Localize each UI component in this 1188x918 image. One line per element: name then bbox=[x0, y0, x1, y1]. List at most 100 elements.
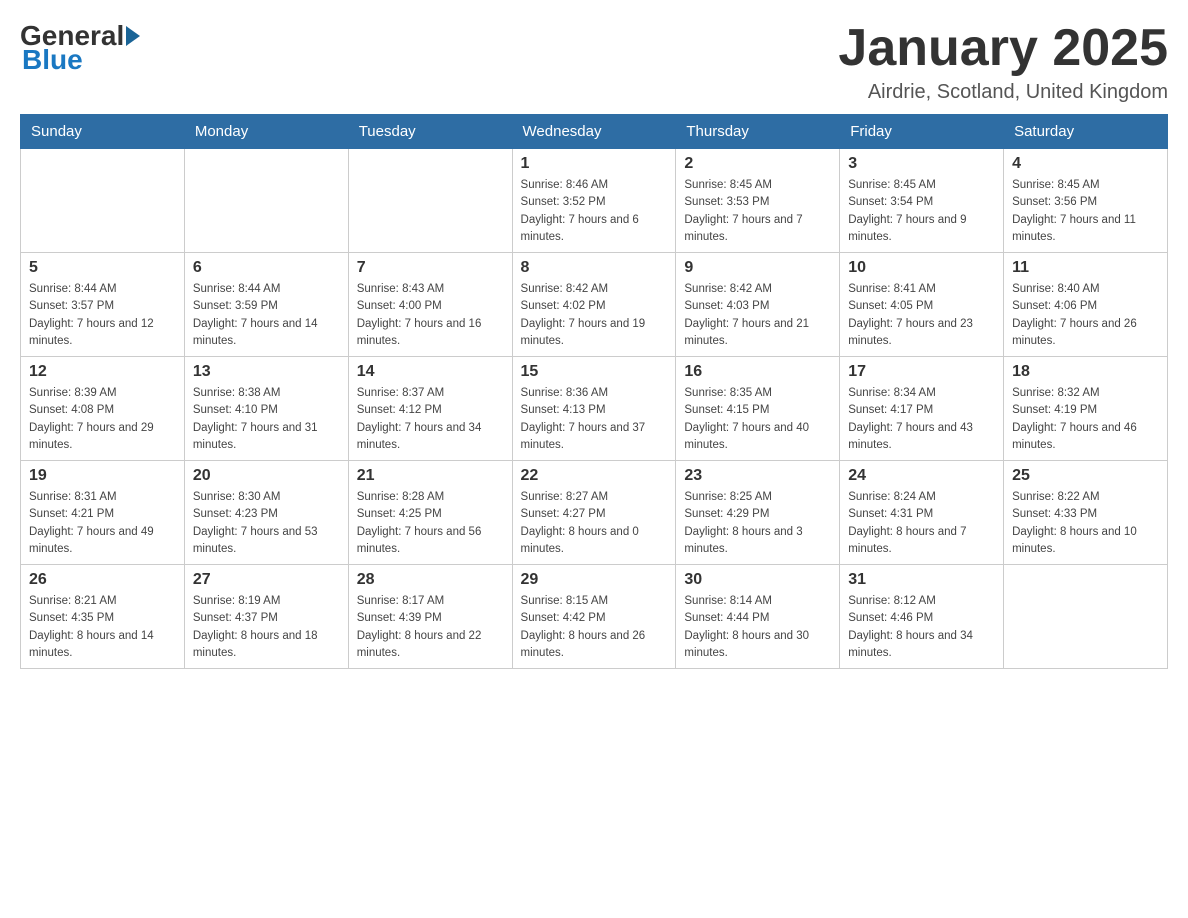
weekday-header-wednesday: Wednesday bbox=[512, 115, 676, 149]
calendar-day-19: 19 Sunrise: 8:31 AMSunset: 4:21 PMDayligh… bbox=[21, 461, 185, 565]
day-number: 31 bbox=[848, 571, 995, 589]
day-info: Sunrise: 8:17 AMSunset: 4:39 PMDaylight:… bbox=[357, 593, 504, 662]
day-number: 6 bbox=[193, 259, 340, 277]
calendar-day-28: 28 Sunrise: 8:17 AMSunset: 4:39 PMDayligh… bbox=[348, 565, 512, 669]
location-text: Airdrie, Scotland, United Kingdom bbox=[838, 81, 1168, 104]
day-info: Sunrise: 8:44 AMSunset: 3:59 PMDaylight:… bbox=[193, 281, 340, 350]
calendar-day-2: 2Sunrise: 8:45 AMSunset: 3:53 PMDaylight… bbox=[676, 149, 840, 253]
logo-arrow-icon bbox=[126, 26, 140, 46]
day-info: Sunrise: 8:38 AMSunset: 4:10 PMDaylight:… bbox=[193, 385, 340, 454]
calendar-day-14: 14Sunrise: 8:37 AMSunset: 4:12 PMDayligh… bbox=[348, 357, 512, 461]
day-info: Sunrise: 8:14 AMSunset: 4:44 PMDaylight:… bbox=[684, 593, 831, 662]
day-info: Sunrise: 8:15 AMSunset: 4:42 PMDaylight:… bbox=[521, 593, 668, 662]
calendar-day-6: 6 Sunrise: 8:44 AMSunset: 3:59 PMDaylight… bbox=[184, 253, 348, 357]
day-number: 12 bbox=[29, 363, 176, 381]
day-number: 28 bbox=[357, 571, 504, 589]
day-info: Sunrise: 8:35 AMSunset: 4:15 PMDaylight:… bbox=[684, 385, 831, 454]
calendar-day-25: 25Sunrise: 8:22 AMSunset: 4:33 PMDayligh… bbox=[1004, 461, 1168, 565]
day-number: 19 bbox=[29, 467, 176, 485]
calendar-day-22: 22 Sunrise: 8:27 AMSunset: 4:27 PMDayligh… bbox=[512, 461, 676, 565]
calendar-table: SundayMondayTuesdayWednesdayThursdayFrid… bbox=[20, 114, 1168, 669]
day-number: 13 bbox=[193, 363, 340, 381]
calendar-day-13: 13 Sunrise: 8:38 AMSunset: 4:10 PMDayligh… bbox=[184, 357, 348, 461]
calendar-day-8: 8Sunrise: 8:42 AMSunset: 4:02 PMDaylight… bbox=[512, 253, 676, 357]
day-info: Sunrise: 8:46 AMSunset: 3:52 PMDaylight:… bbox=[521, 177, 668, 246]
calendar-day-31: 31 Sunrise: 8:12 AMSunset: 4:46 PMDayligh… bbox=[840, 565, 1004, 669]
day-info: Sunrise: 8:42 AMSunset: 4:03 PMDaylight:… bbox=[684, 281, 831, 350]
day-info: Sunrise: 8:45 AMSunset: 3:54 PMDaylight:… bbox=[848, 177, 995, 246]
calendar-day-30: 30 Sunrise: 8:14 AMSunset: 4:44 PMDayligh… bbox=[676, 565, 840, 669]
day-info: Sunrise: 8:24 AMSunset: 4:31 PMDaylight:… bbox=[848, 489, 995, 558]
day-number: 23 bbox=[684, 467, 831, 485]
calendar-week-row: 12 Sunrise: 8:39 AMSunset: 4:08 PMDayligh… bbox=[21, 357, 1168, 461]
day-number: 20 bbox=[193, 467, 340, 485]
calendar-day-20: 20 Sunrise: 8:30 AMSunset: 4:23 PMDayligh… bbox=[184, 461, 348, 565]
day-number: 1 bbox=[521, 155, 668, 173]
calendar-week-row: 19 Sunrise: 8:31 AMSunset: 4:21 PMDayligh… bbox=[21, 461, 1168, 565]
day-number: 2 bbox=[684, 155, 831, 173]
calendar-empty-cell bbox=[1004, 565, 1168, 669]
day-number: 22 bbox=[521, 467, 668, 485]
calendar-day-3: 3 Sunrise: 8:45 AMSunset: 3:54 PMDaylight… bbox=[840, 149, 1004, 253]
calendar-day-11: 11 Sunrise: 8:40 AMSunset: 4:06 PMDayligh… bbox=[1004, 253, 1168, 357]
day-number: 9 bbox=[684, 259, 831, 277]
day-number: 10 bbox=[848, 259, 995, 277]
day-number: 21 bbox=[357, 467, 504, 485]
day-info: Sunrise: 8:19 AMSunset: 4:37 PMDaylight:… bbox=[193, 593, 340, 662]
day-number: 30 bbox=[684, 571, 831, 589]
day-info: Sunrise: 8:42 AMSunset: 4:02 PMDaylight:… bbox=[521, 281, 668, 350]
calendar-day-26: 26 Sunrise: 8:21 AMSunset: 4:35 PMDayligh… bbox=[21, 565, 185, 669]
day-info: Sunrise: 8:45 AMSunset: 3:56 PMDaylight:… bbox=[1012, 177, 1159, 246]
month-title: January 2025 bbox=[838, 20, 1168, 77]
page-header: General Blue January 2025 Airdrie, Scotl… bbox=[20, 20, 1168, 104]
calendar-header-row: SundayMondayTuesdayWednesdayThursdayFrid… bbox=[21, 115, 1168, 149]
day-number: 4 bbox=[1012, 155, 1159, 173]
day-info: Sunrise: 8:41 AMSunset: 4:05 PMDaylight:… bbox=[848, 281, 995, 350]
calendar-day-10: 10 Sunrise: 8:41 AMSunset: 4:05 PMDayligh… bbox=[840, 253, 1004, 357]
day-info: Sunrise: 8:30 AMSunset: 4:23 PMDaylight:… bbox=[193, 489, 340, 558]
calendar-day-17: 17Sunrise: 8:34 AMSunset: 4:17 PMDayligh… bbox=[840, 357, 1004, 461]
day-number: 25 bbox=[1012, 467, 1159, 485]
calendar-day-7: 7 Sunrise: 8:43 AMSunset: 4:00 PMDaylight… bbox=[348, 253, 512, 357]
day-info: Sunrise: 8:27 AMSunset: 4:27 PMDaylight:… bbox=[521, 489, 668, 558]
day-number: 26 bbox=[29, 571, 176, 589]
day-info: Sunrise: 8:12 AMSunset: 4:46 PMDaylight:… bbox=[848, 593, 995, 662]
day-info: Sunrise: 8:39 AMSunset: 4:08 PMDaylight:… bbox=[29, 385, 176, 454]
calendar-week-row: 5 Sunrise: 8:44 AMSunset: 3:57 PMDaylight… bbox=[21, 253, 1168, 357]
calendar-empty-cell bbox=[21, 149, 185, 253]
calendar-empty-cell bbox=[184, 149, 348, 253]
day-info: Sunrise: 8:31 AMSunset: 4:21 PMDaylight:… bbox=[29, 489, 176, 558]
calendar-week-row: 26 Sunrise: 8:21 AMSunset: 4:35 PMDayligh… bbox=[21, 565, 1168, 669]
calendar-day-23: 23Sunrise: 8:25 AMSunset: 4:29 PMDayligh… bbox=[676, 461, 840, 565]
calendar-empty-cell bbox=[348, 149, 512, 253]
calendar-day-12: 12 Sunrise: 8:39 AMSunset: 4:08 PMDayligh… bbox=[21, 357, 185, 461]
day-info: Sunrise: 8:28 AMSunset: 4:25 PMDaylight:… bbox=[357, 489, 504, 558]
day-number: 29 bbox=[521, 571, 668, 589]
calendar-day-5: 5 Sunrise: 8:44 AMSunset: 3:57 PMDaylight… bbox=[21, 253, 185, 357]
day-info: Sunrise: 8:36 AMSunset: 4:13 PMDaylight:… bbox=[521, 385, 668, 454]
calendar-day-9: 9 Sunrise: 8:42 AMSunset: 4:03 PMDaylight… bbox=[676, 253, 840, 357]
day-number: 15 bbox=[521, 363, 668, 381]
weekday-header-thursday: Thursday bbox=[676, 115, 840, 149]
day-info: Sunrise: 8:21 AMSunset: 4:35 PMDaylight:… bbox=[29, 593, 176, 662]
weekday-header-tuesday: Tuesday bbox=[348, 115, 512, 149]
logo-blue-text: Blue bbox=[22, 44, 83, 75]
day-info: Sunrise: 8:44 AMSunset: 3:57 PMDaylight:… bbox=[29, 281, 176, 350]
weekday-header-friday: Friday bbox=[840, 115, 1004, 149]
weekday-header-sunday: Sunday bbox=[21, 115, 185, 149]
day-number: 3 bbox=[848, 155, 995, 173]
weekday-header-saturday: Saturday bbox=[1004, 115, 1168, 149]
day-info: Sunrise: 8:43 AMSunset: 4:00 PMDaylight:… bbox=[357, 281, 504, 350]
calendar-day-1: 1 Sunrise: 8:46 AMSunset: 3:52 PMDaylight… bbox=[512, 149, 676, 253]
day-info: Sunrise: 8:32 AMSunset: 4:19 PMDaylight:… bbox=[1012, 385, 1159, 454]
day-number: 7 bbox=[357, 259, 504, 277]
day-number: 5 bbox=[29, 259, 176, 277]
calendar-day-16: 16Sunrise: 8:35 AMSunset: 4:15 PMDayligh… bbox=[676, 357, 840, 461]
day-number: 27 bbox=[193, 571, 340, 589]
calendar-day-27: 27 Sunrise: 8:19 AMSunset: 4:37 PMDayligh… bbox=[184, 565, 348, 669]
day-info: Sunrise: 8:40 AMSunset: 4:06 PMDaylight:… bbox=[1012, 281, 1159, 350]
day-info: Sunrise: 8:37 AMSunset: 4:12 PMDaylight:… bbox=[357, 385, 504, 454]
calendar-day-24: 24Sunrise: 8:24 AMSunset: 4:31 PMDayligh… bbox=[840, 461, 1004, 565]
weekday-header-monday: Monday bbox=[184, 115, 348, 149]
day-number: 11 bbox=[1012, 259, 1159, 277]
